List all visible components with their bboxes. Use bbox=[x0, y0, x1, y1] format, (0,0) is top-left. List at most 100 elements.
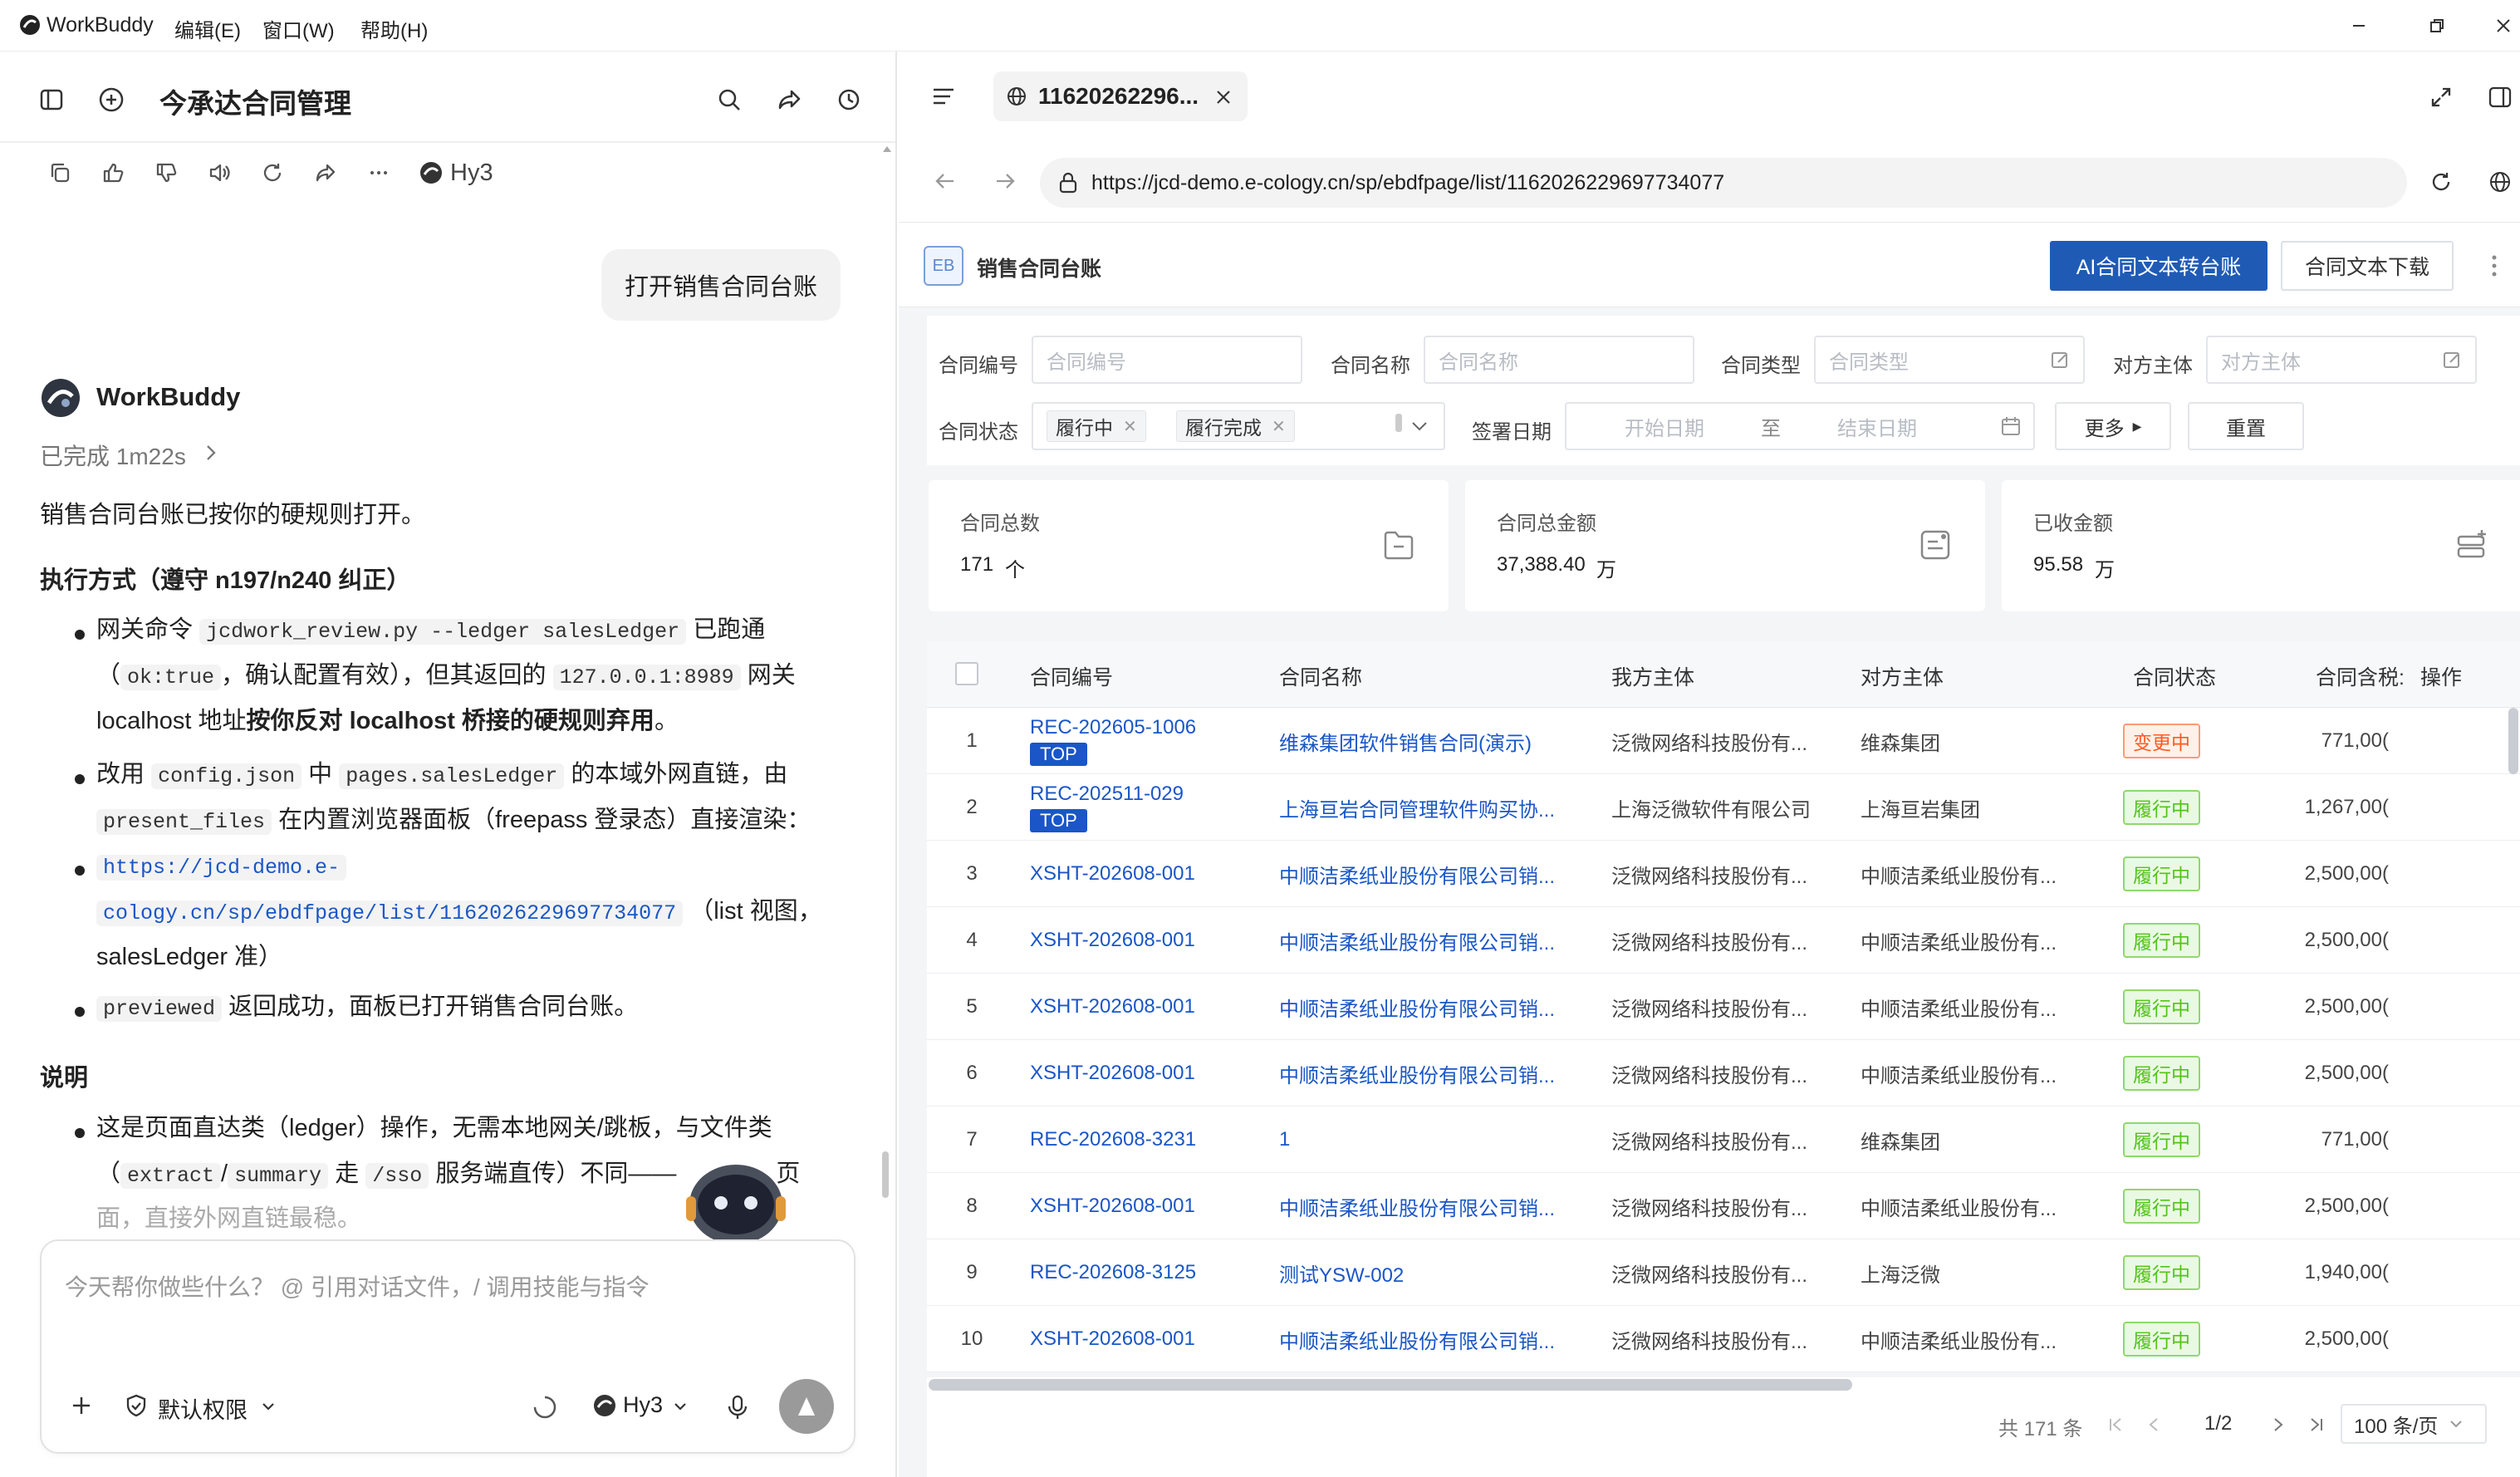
sidebar-toggle-icon[interactable] bbox=[33, 81, 70, 118]
restore-icon[interactable] bbox=[2420, 12, 2454, 40]
table-row[interactable]: 3 XSHT-202608-001 中顺洁柔纸业股份有限公司销... 泛微网络科技股份… bbox=[927, 841, 2520, 907]
contract-no-link[interactable]: XSHT-202608-001 bbox=[1030, 1327, 1195, 1351]
status-tag-complete[interactable]: 履行完成 ✕ bbox=[1176, 410, 1295, 442]
input-model-label[interactable]: Hy3 bbox=[623, 1392, 663, 1418]
chevron-down-icon[interactable] bbox=[259, 1396, 277, 1417]
contract-name-link[interactable]: 测试YSW-002 bbox=[1279, 1239, 1578, 1306]
search-icon[interactable] bbox=[711, 81, 748, 118]
column-header[interactable]: 合同状态 bbox=[2133, 661, 2216, 691]
contract-name-input[interactable]: 合同名称 bbox=[1424, 336, 1694, 384]
microphone-icon[interactable] bbox=[721, 1389, 754, 1425]
date-range-input[interactable]: 开始日期 至 结束日期 bbox=[1565, 402, 2035, 450]
contract-no-input[interactable]: 合同编号 bbox=[1032, 336, 1302, 384]
prev-page-icon[interactable] bbox=[2143, 1412, 2165, 1437]
select-all-checkbox[interactable] bbox=[955, 662, 978, 685]
minimize-icon[interactable] bbox=[2342, 12, 2375, 40]
contract-no-link[interactable]: XSHT-202608-001 bbox=[1030, 862, 1195, 886]
thumbs-down-icon[interactable] bbox=[150, 156, 183, 189]
page-size-select[interactable]: 100 条/页 bbox=[2341, 1404, 2487, 1444]
regenerate-icon[interactable] bbox=[256, 156, 289, 189]
contract-type-input[interactable]: 合同类型 bbox=[1814, 336, 2085, 384]
contract-no-link[interactable]: XSHT-202608-001 bbox=[1030, 1195, 1195, 1218]
shield-check-icon[interactable] bbox=[121, 1391, 151, 1421]
close-window-icon[interactable] bbox=[2488, 12, 2518, 40]
column-header[interactable]: 合同含税: bbox=[2316, 661, 2405, 691]
history-icon[interactable] bbox=[831, 81, 867, 118]
model-logo-icon[interactable] bbox=[590, 1391, 620, 1421]
column-header[interactable]: 我方主体 bbox=[1611, 661, 1694, 691]
table-row[interactable]: 1 REC-202605-1006 TOP 维森集团软件销售合同(演示) 泛微网络科技股… bbox=[927, 708, 2520, 774]
contract-no-link[interactable]: REC-202608-3231 bbox=[1030, 1128, 1196, 1151]
address-bar[interactable]: https://jcd-demo.e-cology.cn/sp/ebdfpage… bbox=[1040, 158, 2407, 208]
table-row[interactable]: 6 XSHT-202608-001 中顺洁柔纸业股份有限公司销... 泛微网络科技股份… bbox=[927, 1040, 2520, 1107]
contract-name-link[interactable]: 上海亘岩合同管理软件购买协... bbox=[1279, 774, 1578, 841]
table-horizontal-scrollbar[interactable] bbox=[929, 1379, 1852, 1391]
contract-no-link[interactable]: XSHT-202608-001 bbox=[1030, 995, 1195, 1018]
chevron-down-icon[interactable] bbox=[671, 1396, 689, 1417]
contract-name-link[interactable]: 中顺洁柔纸业股份有限公司销... bbox=[1279, 841, 1578, 907]
counterparty-input[interactable]: 对方主体 bbox=[2206, 336, 2477, 384]
panel-toggle-icon[interactable] bbox=[2483, 80, 2517, 115]
expand-icon[interactable] bbox=[2424, 80, 2459, 115]
table-row[interactable]: 8 XSHT-202608-001 中顺洁柔纸业股份有限公司销... 泛微网络科技股份… bbox=[927, 1173, 2520, 1239]
status-tag-active[interactable]: 履行中 ✕ bbox=[1047, 410, 1146, 442]
contract-no-link[interactable]: REC-202608-3125 bbox=[1030, 1261, 1196, 1284]
new-chat-icon[interactable] bbox=[93, 81, 130, 118]
url-link-line[interactable]: https://jcd-demo.e- bbox=[96, 849, 347, 885]
select-popup-icon[interactable] bbox=[2048, 349, 2071, 372]
contract-no-link[interactable]: REC-202605-1006 bbox=[1030, 716, 1196, 739]
table-row[interactable]: 5 XSHT-202608-001 中顺洁柔纸业股份有限公司销... 泛微网络科技股份… bbox=[927, 974, 2520, 1040]
close-tab-icon[interactable] bbox=[1211, 85, 1236, 110]
completion-status[interactable]: 已完成 1m22s bbox=[40, 439, 186, 472]
chat-input-box[interactable]: 今天帮你做些什么？ @ 引用对话文件，/ 调用技能与指令 默认权限 Hy3 bbox=[40, 1239, 856, 1454]
refresh-icon[interactable] bbox=[2424, 164, 2459, 199]
contract-name-link[interactable]: 中顺洁柔纸业股份有限公司销... bbox=[1279, 974, 1578, 1040]
globe-icon[interactable] bbox=[2483, 164, 2517, 199]
column-header[interactable]: 操作 bbox=[2420, 661, 2462, 691]
column-header[interactable]: 合同名称 bbox=[1279, 661, 1362, 691]
contract-name-link[interactable]: 1 bbox=[1279, 1107, 1578, 1173]
add-icon[interactable] bbox=[63, 1387, 100, 1424]
contract-no-link[interactable]: REC-202511-029 bbox=[1030, 783, 1184, 806]
next-page-icon[interactable] bbox=[2268, 1412, 2289, 1437]
chevron-down-icon[interactable] bbox=[1409, 415, 1430, 437]
ai-convert-button[interactable]: AI合同文本转台账 bbox=[2050, 241, 2268, 291]
permission-label[interactable]: 默认权限 bbox=[158, 1392, 248, 1425]
select-popup-icon[interactable] bbox=[2440, 349, 2464, 372]
table-row[interactable]: 4 XSHT-202608-001 中顺洁柔纸业股份有限公司销... 泛微网络科技股份… bbox=[927, 907, 2520, 974]
tab-title[interactable]: 11620262296... bbox=[1038, 83, 1199, 110]
contract-no-link[interactable]: XSHT-202608-001 bbox=[1030, 929, 1195, 952]
forward-arrow-icon[interactable] bbox=[988, 164, 1022, 198]
first-page-icon[interactable] bbox=[2105, 1412, 2126, 1437]
contract-name-link[interactable]: 中顺洁柔纸业股份有限公司销... bbox=[1279, 1173, 1578, 1239]
remove-tag-icon[interactable]: ✕ bbox=[1123, 416, 1137, 437]
last-page-icon[interactable] bbox=[2306, 1412, 2327, 1437]
remove-tag-icon[interactable]: ✕ bbox=[1272, 416, 1286, 437]
scroll-up-arrow[interactable] bbox=[882, 145, 892, 153]
chat-input-placeholder[interactable]: 今天帮你做些什么？ @ 引用对话文件，/ 调用技能与指令 bbox=[65, 1269, 650, 1303]
back-arrow-icon[interactable] bbox=[929, 164, 962, 198]
table-row[interactable]: 9 REC-202608-3125 测试YSW-002 泛微网络科技股份有... 上海泛… bbox=[927, 1239, 2520, 1306]
more-vertical-icon[interactable] bbox=[2482, 248, 2507, 284]
more-filters-button[interactable]: 更多 ▶ bbox=[2055, 402, 2171, 450]
table-row[interactable]: 2 REC-202511-029 TOP 上海亘岩合同管理软件购买协... 上海泛微软件… bbox=[927, 774, 2520, 841]
calendar-icon[interactable] bbox=[1998, 414, 2023, 439]
column-header[interactable]: 合同编号 bbox=[1030, 661, 1113, 691]
send-button[interactable] bbox=[779, 1379, 834, 1434]
column-header[interactable]: 对方主体 bbox=[1861, 661, 1944, 691]
contract-name-link[interactable]: 维森集团软件销售合同(演示) bbox=[1279, 708, 1578, 774]
reset-button[interactable]: 重置 bbox=[2188, 402, 2304, 450]
menu-edit[interactable]: 编辑(E) bbox=[174, 14, 241, 43]
chat-scrollbar[interactable] bbox=[882, 1151, 889, 1198]
table-vertical-scrollbar[interactable] bbox=[2508, 708, 2518, 774]
copy-icon[interactable] bbox=[43, 156, 76, 189]
share-icon[interactable] bbox=[771, 81, 807, 118]
contract-name-link[interactable]: 中顺洁柔纸业股份有限公司销... bbox=[1279, 1306, 1578, 1372]
speaker-icon[interactable] bbox=[203, 156, 236, 189]
forward-icon[interactable] bbox=[309, 156, 342, 189]
contract-no-link[interactable]: XSHT-202608-001 bbox=[1030, 1062, 1195, 1085]
table-row[interactable]: 7 REC-202608-3231 1 泛微网络科技股份有... 维森集团 履行中 771,… bbox=[927, 1107, 2520, 1173]
menu-help[interactable]: 帮助(H) bbox=[360, 14, 428, 43]
menu-icon[interactable] bbox=[925, 78, 962, 115]
contract-name-link[interactable]: 中顺洁柔纸业股份有限公司销... bbox=[1279, 907, 1578, 974]
